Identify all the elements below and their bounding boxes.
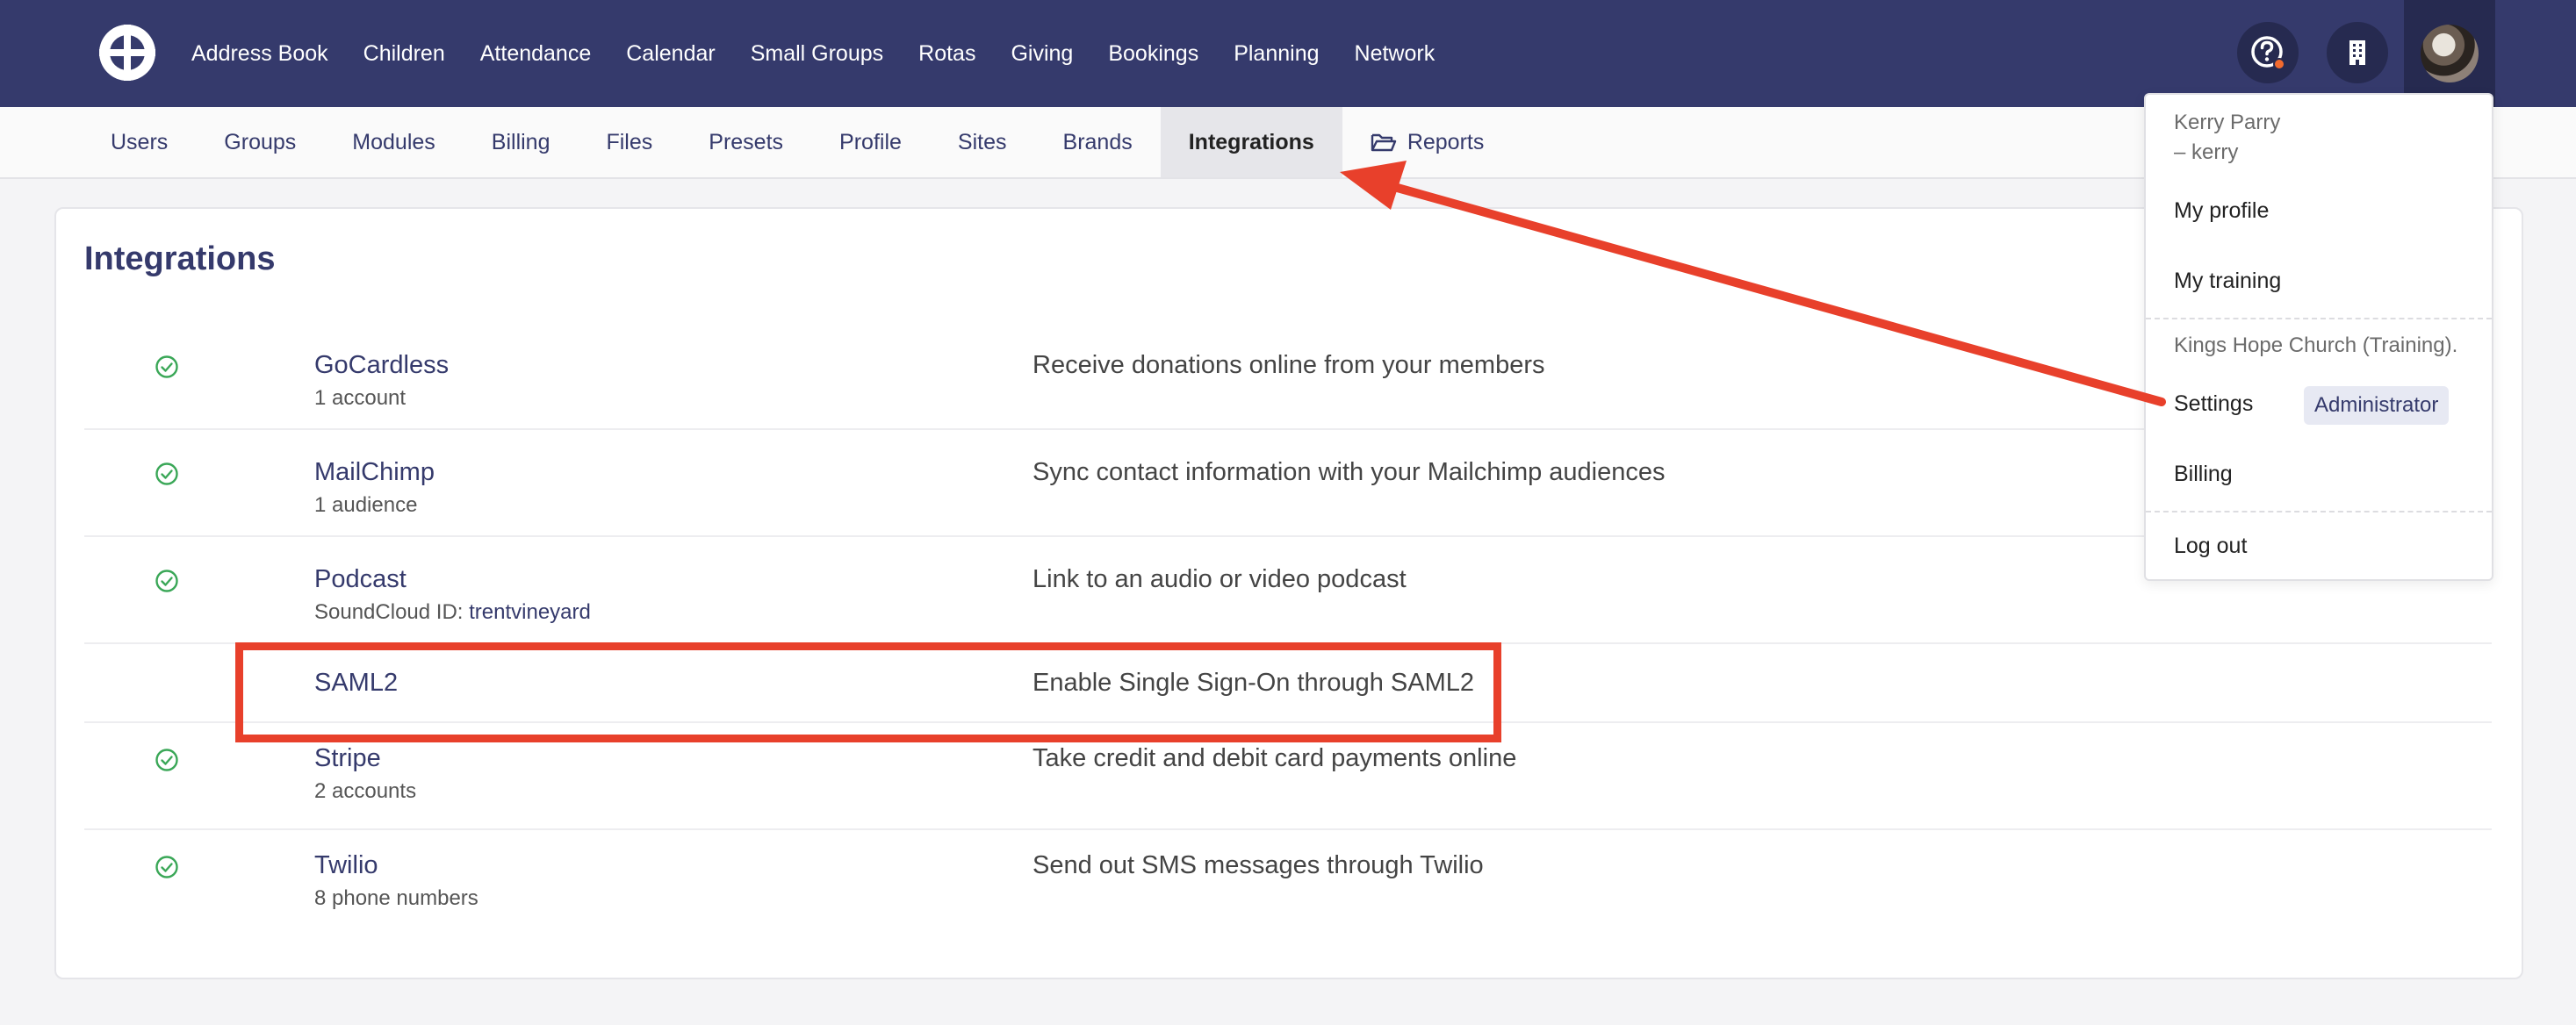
annotation-arrow: [1340, 161, 2166, 406]
